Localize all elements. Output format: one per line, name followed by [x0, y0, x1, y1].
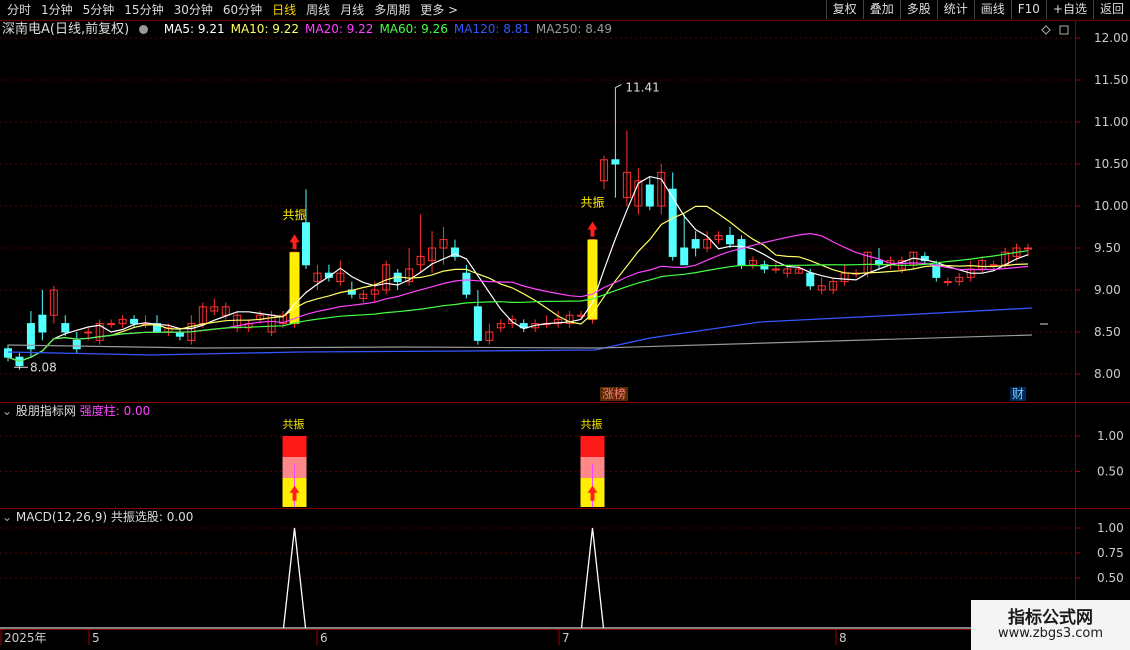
candle-body	[932, 264, 941, 278]
candle-body	[989, 264, 998, 267]
kline-chart[interactable]: 12.00 11.50 11.00 10.50 10.00 9.50 9.00 8.50 8.0…	[0, 0, 1130, 650]
x-axis-label: 7	[562, 631, 570, 645]
y-tick-label: 8.50	[1094, 325, 1121, 339]
y-tick-label: 8.00	[1094, 367, 1121, 381]
signal-label: 共振	[283, 208, 307, 222]
sub1-signal-label: 共振	[283, 417, 305, 431]
square-icon	[1059, 25, 1069, 35]
strength-bar-top	[282, 436, 307, 457]
candle-body	[771, 268, 780, 271]
strength-bar-top	[580, 436, 605, 457]
up-arrow-icon	[289, 234, 300, 250]
candle-body	[473, 306, 482, 341]
signal-bar	[289, 252, 300, 324]
candle-body	[943, 281, 952, 284]
watermark: 指标公式网 www.zbgs3.com	[971, 600, 1130, 650]
candle-body	[462, 272, 471, 295]
y-tick-label: 1.00	[1097, 521, 1124, 535]
watermark-title: 指标公式网	[1008, 608, 1093, 628]
high-price-label: 11.41	[625, 81, 659, 95]
candle-body	[38, 314, 47, 333]
up-arrow-icon	[587, 221, 598, 237]
x-axis-label: 2025年	[4, 631, 47, 645]
candle-body	[806, 272, 815, 287]
x-axis-label: 6	[320, 631, 328, 645]
y-tick-label: 0.75	[1097, 546, 1124, 560]
candle-body	[1024, 247, 1032, 250]
candle-body	[611, 159, 620, 165]
signal-label: 共振	[580, 196, 604, 210]
candles	[4, 87, 1032, 370]
candle-body	[726, 234, 735, 245]
y-tick-label: 9.50	[1094, 241, 1121, 255]
candle-body	[668, 188, 677, 257]
low-price-label: 8.08	[30, 360, 57, 374]
candle-body	[680, 247, 689, 266]
diamond-icon	[1041, 25, 1051, 35]
y-tick-label: 0.50	[1097, 465, 1124, 479]
event-tag-zt-label: 涨榜	[602, 386, 626, 401]
y-tick-label: 10.50	[1094, 157, 1128, 171]
sub1-signal-label: 共振	[580, 417, 602, 431]
event-tag-cai-label: 财	[1012, 387, 1024, 401]
x-axis-label: 5	[92, 631, 100, 645]
y-tick-label: 9.00	[1094, 283, 1121, 297]
candle-body	[130, 318, 139, 325]
y-tick-label: 11.00	[1094, 115, 1128, 129]
candle-body	[84, 331, 93, 334]
candle-body	[4, 348, 12, 358]
y-tick-label: 0.50	[1097, 571, 1124, 585]
ma250-line	[7, 334, 1033, 349]
y-tick-label: 12.00	[1094, 31, 1128, 45]
watermark-url: www.zbgs3.com	[997, 626, 1104, 641]
candle-body	[737, 239, 746, 266]
candle-body	[107, 323, 116, 326]
candle-body	[691, 239, 700, 249]
y-tick-label: 1.00	[1097, 429, 1124, 443]
ma60-line	[7, 250, 1029, 363]
candle-body	[72, 339, 81, 350]
y-tick-label: 10.00	[1094, 199, 1128, 213]
candle-body	[61, 323, 70, 333]
x-axis-label: 8	[839, 631, 847, 645]
ma20-line	[7, 232, 1029, 363]
candle-body	[301, 222, 310, 266]
y-tick-label: 11.50	[1094, 73, 1128, 87]
candle-body	[645, 184, 654, 207]
high-pointer	[615, 84, 622, 89]
ma5-line	[7, 175, 1029, 363]
